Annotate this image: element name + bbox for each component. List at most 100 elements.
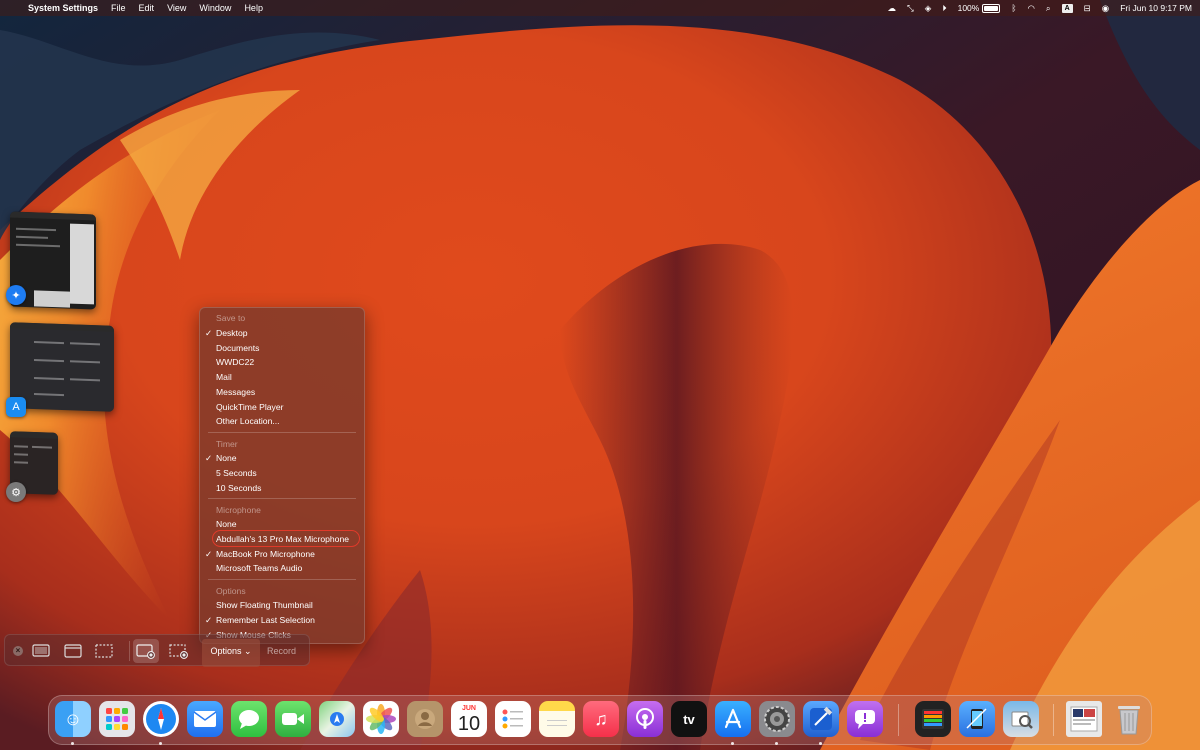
menu-edit[interactable]: Edit bbox=[139, 3, 155, 13]
app-store-icon: A bbox=[6, 397, 26, 417]
preview-icon[interactable] bbox=[1003, 701, 1039, 737]
options-button[interactable]: Options ⌄ bbox=[202, 639, 260, 667]
tv-icon[interactable]: tv bbox=[671, 701, 707, 737]
checkmark-icon: ✓ bbox=[205, 615, 213, 625]
menu-item-mail[interactable]: Mail bbox=[216, 370, 232, 384]
play-circle-icon[interactable]: ⏵ bbox=[942, 3, 946, 14]
system-settings-icon[interactable] bbox=[759, 701, 795, 737]
menu-clock[interactable]: Fri Jun 10 9:17 PM bbox=[1120, 3, 1192, 13]
podcasts-icon[interactable] bbox=[627, 701, 663, 737]
capture-selection-button[interactable] bbox=[93, 641, 115, 661]
siri-icon[interactable]: ◉ bbox=[1102, 3, 1109, 14]
menu-item-other-location[interactable]: Other Location... bbox=[216, 414, 280, 428]
record-selection-button[interactable] bbox=[168, 641, 190, 661]
dock-divider bbox=[1053, 704, 1054, 736]
input-source-icon[interactable]: A bbox=[1061, 3, 1073, 13]
menu-heading-options: Options bbox=[216, 586, 246, 596]
capture-entire-screen-button[interactable] bbox=[30, 641, 52, 661]
menu-heading-timer: Timer bbox=[216, 439, 238, 449]
simulator-icon[interactable] bbox=[959, 701, 995, 737]
menu-item-desktop[interactable]: ✓ Desktop bbox=[205, 326, 248, 340]
menu-separator bbox=[208, 498, 356, 499]
menu-item-remember-last-selection[interactable]: ✓ Remember Last Selection bbox=[205, 613, 315, 627]
annotation-highlight-ring bbox=[212, 530, 360, 547]
xcode-icon[interactable] bbox=[803, 701, 839, 737]
launchpad-icon[interactable] bbox=[99, 701, 135, 737]
bluetooth-icon[interactable]: ᛒ bbox=[1011, 3, 1016, 13]
calendar-month: JUN bbox=[461, 705, 476, 712]
menu-item-show-floating-thumbnail[interactable]: Show Floating Thumbnail bbox=[216, 598, 313, 612]
running-indicator bbox=[819, 742, 822, 745]
tv-label: tv bbox=[683, 711, 695, 727]
menu-item-microphone-none[interactable]: None bbox=[216, 517, 237, 531]
dock: ☺ JUN 10 ♫ tv bbox=[48, 695, 1152, 745]
record-button[interactable]: Record bbox=[267, 639, 296, 663]
menu-app-name[interactable]: System Settings bbox=[28, 3, 98, 13]
window-icon bbox=[64, 644, 82, 658]
music-icon[interactable]: ♫ bbox=[583, 701, 619, 737]
menu-item-microsoft-teams-audio[interactable]: Microsoft Teams Audio bbox=[216, 561, 302, 575]
menu-bar: System Settings File Edit View Window He… bbox=[0, 0, 1200, 16]
battery-icon[interactable] bbox=[982, 3, 1001, 13]
mail-icon[interactable] bbox=[187, 701, 223, 737]
menu-heading-microphone: Microphone bbox=[216, 505, 261, 515]
checkmark-icon: ✓ bbox=[205, 328, 213, 338]
menu-item-quicktime-player[interactable]: QuickTime Player bbox=[216, 400, 284, 414]
record-entire-screen-button[interactable] bbox=[135, 641, 157, 661]
menu-item-macbook-pro-microphone[interactable]: ✓ MacBook Pro Microphone bbox=[205, 547, 315, 561]
maps-icon[interactable] bbox=[319, 701, 355, 737]
resize-arrows-icon[interactable]: ⤡ bbox=[907, 3, 914, 14]
menu-file[interactable]: File bbox=[111, 3, 126, 13]
checkmark-icon: ✓ bbox=[205, 453, 213, 463]
menu-item-documents[interactable]: Documents bbox=[216, 341, 259, 355]
screenshot-options-menu: Save to ✓ Desktop Documents WWDC22 Mail M… bbox=[199, 307, 365, 644]
screenshot-toolbar: × Options ⌄ Record bbox=[4, 634, 310, 667]
feedback-assistant-icon[interactable] bbox=[847, 701, 883, 737]
notes-icon[interactable] bbox=[539, 701, 575, 737]
downloads-stack-icon[interactable] bbox=[1066, 701, 1102, 737]
running-indicator bbox=[731, 742, 734, 745]
dock-divider bbox=[898, 704, 899, 736]
record-selection-icon bbox=[169, 643, 188, 659]
wifi-icon[interactable]: ◠ bbox=[1027, 3, 1034, 14]
layers-icon[interactable]: ◈ bbox=[925, 3, 932, 14]
trash-icon[interactable] bbox=[1111, 701, 1147, 737]
entire-screen-icon bbox=[32, 644, 50, 657]
running-indicator bbox=[71, 742, 74, 745]
messages-icon[interactable] bbox=[231, 701, 267, 737]
reminders-icon[interactable] bbox=[495, 701, 531, 737]
calendar-day: 10 bbox=[457, 713, 481, 735]
toolbar-divider bbox=[129, 641, 130, 661]
menu-heading-save-to: Save to bbox=[216, 313, 246, 323]
menu-item-timer-none[interactable]: ✓ None bbox=[205, 451, 237, 465]
control-center-icon[interactable]: ⊟ bbox=[1084, 3, 1091, 14]
menu-view[interactable]: View bbox=[167, 3, 186, 13]
app-store-icon[interactable] bbox=[715, 701, 751, 737]
battery-percent[interactable]: 100% bbox=[958, 3, 980, 13]
menu-window[interactable]: Window bbox=[199, 3, 231, 13]
final-cut-pro-icon[interactable] bbox=[915, 701, 951, 737]
menu-item-messages[interactable]: Messages bbox=[216, 385, 255, 399]
contacts-icon[interactable] bbox=[407, 701, 443, 737]
menu-item-wwdc22[interactable]: WWDC22 bbox=[216, 355, 254, 369]
capture-window-button[interactable] bbox=[62, 641, 84, 661]
menu-help[interactable]: Help bbox=[244, 3, 263, 13]
menu-item-10-seconds[interactable]: 10 Seconds bbox=[216, 481, 261, 495]
photos-icon[interactable] bbox=[363, 701, 399, 737]
safari-icon[interactable] bbox=[143, 701, 179, 737]
calendar-icon[interactable]: JUN 10 bbox=[451, 701, 487, 737]
safari-icon: ✦ bbox=[6, 285, 26, 305]
menu-separator bbox=[208, 579, 356, 580]
dashed-selection-icon bbox=[95, 644, 113, 658]
menu-item-5-seconds[interactable]: 5 Seconds bbox=[216, 466, 257, 480]
facetime-icon[interactable] bbox=[275, 701, 311, 737]
finder-icon[interactable]: ☺ bbox=[55, 701, 91, 737]
close-icon[interactable]: × bbox=[13, 646, 23, 656]
running-indicator bbox=[159, 742, 162, 745]
spotlight-search-icon[interactable]: ⌕ bbox=[1046, 3, 1051, 14]
checkmark-icon: ✓ bbox=[205, 549, 213, 559]
record-screen-icon bbox=[136, 643, 155, 659]
chevron-down-icon: ⌄ bbox=[241, 646, 252, 656]
window-thumbnail-app-store[interactable] bbox=[10, 322, 114, 412]
icloud-icon[interactable]: ☁ bbox=[887, 3, 896, 14]
